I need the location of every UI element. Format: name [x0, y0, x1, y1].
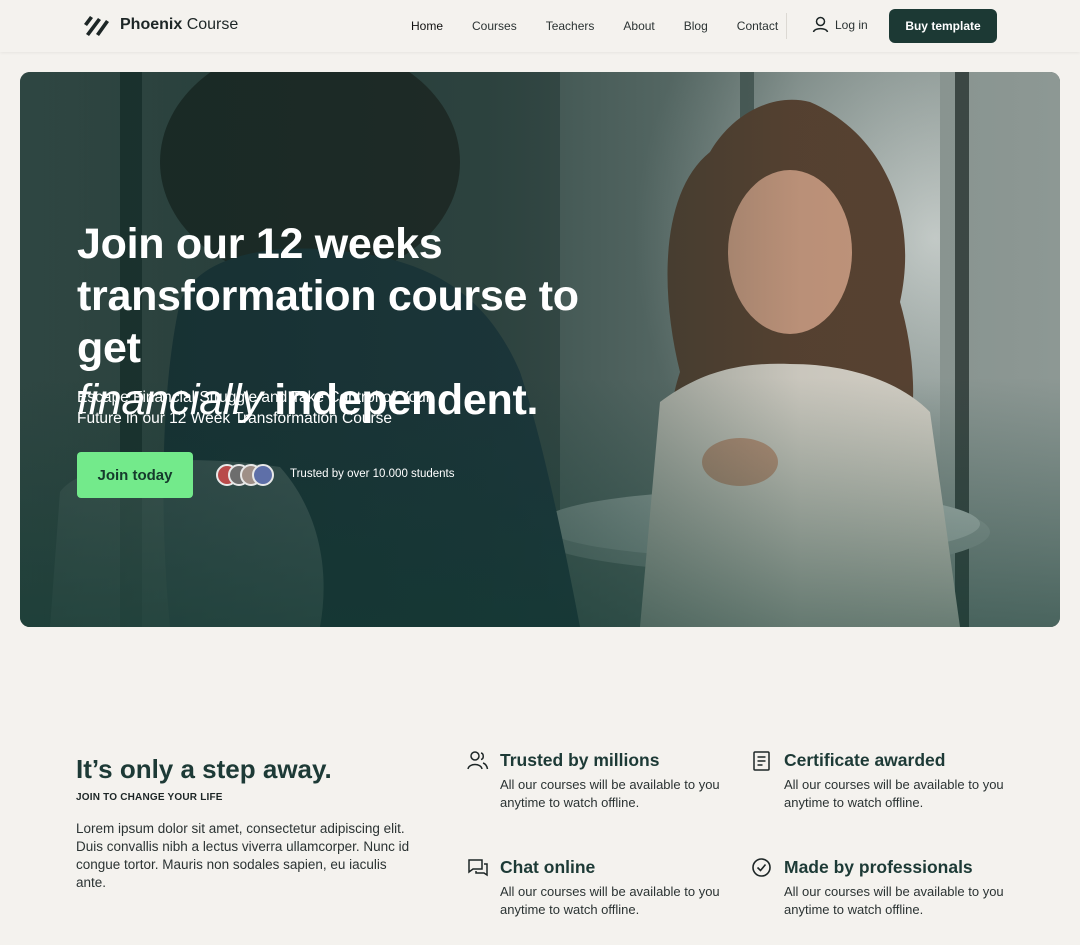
- nav-link-home[interactable]: Home: [411, 19, 443, 33]
- hero-banner: Join our 12 weeks transformation course …: [20, 72, 1060, 627]
- logo-icon: [84, 16, 109, 36]
- buy-template-button[interactable]: Buy template: [889, 9, 997, 43]
- nav-link-contact[interactable]: Contact: [737, 19, 778, 33]
- feature-title: Chat online: [500, 857, 596, 877]
- brand-name: Phoenix Course: [120, 16, 239, 33]
- users-icon: [467, 751, 489, 770]
- chat-icon: [468, 859, 488, 877]
- feature-desc: All our courses will be available to you…: [500, 884, 720, 917]
- nav-link-teachers[interactable]: Teachers: [546, 19, 595, 33]
- nav-links: Home Courses Teachers About Blog Contact: [411, 0, 807, 52]
- feature-title: Trusted by millions: [500, 750, 660, 770]
- avatar: [252, 464, 274, 486]
- login-link[interactable]: Log in: [812, 16, 868, 33]
- section-kicker: JOIN TO CHANGE YOUR LIFE: [76, 792, 223, 803]
- feature-desc: All our courses will be available to you…: [784, 884, 1004, 917]
- section-body: Lorem ipsum dolor sit amet, consectetur …: [76, 821, 410, 890]
- hero-subtitle: Escape Financial Struggle and Take Contr…: [77, 389, 431, 427]
- trusted-text: Trusted by over 10.000 students: [290, 468, 455, 480]
- feature-title: Certificate awarded: [784, 750, 946, 770]
- user-icon: [812, 16, 829, 33]
- nav-link-about[interactable]: About: [623, 19, 654, 33]
- feature-desc: All our courses will be available to you…: [500, 777, 720, 810]
- join-today-button[interactable]: Join today: [77, 452, 193, 498]
- nav-link-courses[interactable]: Courses: [472, 19, 517, 33]
- top-navbar: Phoenix Course Home Courses Teachers Abo…: [0, 0, 1080, 52]
- section-title: It’s only a step away.: [76, 754, 332, 784]
- login-label: Log in: [835, 17, 868, 32]
- hero-heading-line1: Join our 12 weeks: [77, 220, 443, 268]
- feature-desc: All our courses will be available to you…: [784, 777, 1004, 810]
- brand-logo[interactable]: Phoenix Course: [82, 14, 238, 36]
- check-circle-icon: [752, 858, 771, 877]
- nav-link-blog[interactable]: Blog: [684, 19, 708, 33]
- certificate-icon: [753, 751, 770, 771]
- feature-title: Made by professionals: [784, 857, 973, 877]
- hero-heading-line2: transformation course to get: [77, 272, 579, 372]
- nav-divider: [786, 13, 787, 39]
